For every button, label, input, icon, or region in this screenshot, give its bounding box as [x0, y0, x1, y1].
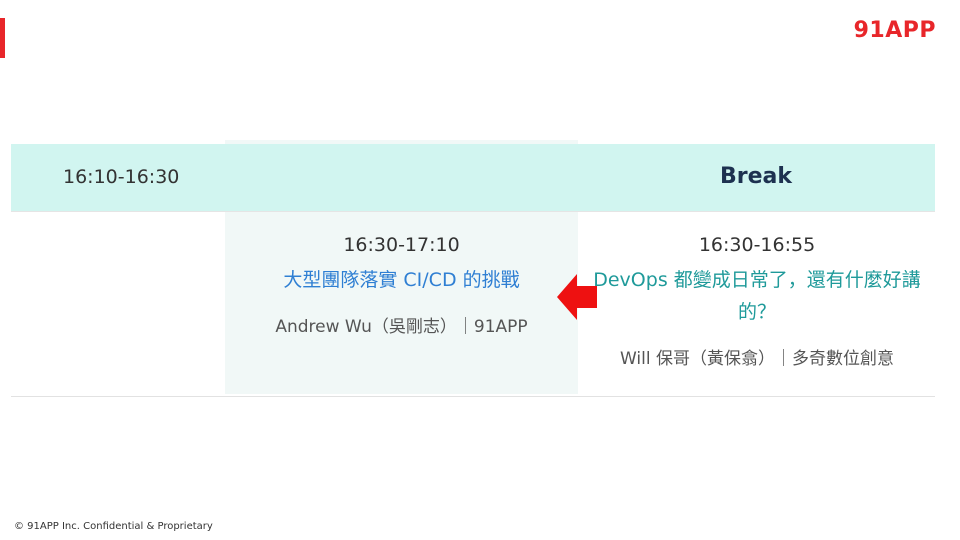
break-label: Break [719, 164, 792, 189]
footer-copyright: © 91APP Inc. Confidential & Proprietary [14, 521, 213, 532]
session-speaker: Andrew Wu（吳剛志）｜91APP [275, 317, 528, 337]
session-time: 16:30-17:10 [343, 234, 460, 256]
table-divider [11, 396, 935, 397]
left-arrow-svg [557, 274, 597, 320]
break-time: 16:10-16:30 [63, 166, 180, 188]
brand-logo: 91APP [854, 18, 936, 43]
session-card-ci-cd[interactable]: 16:30-17:10 大型團隊落實 CI/CD 的挑戰 Andrew Wu（吳… [225, 234, 578, 337]
logo-text: 91APP [853, 18, 936, 43]
agenda-table: 16:10-16:30 Break 16:30-17:10 大型團隊落實 CI/… [11, 140, 935, 398]
break-row: 16:10-16:30 Break [11, 144, 935, 212]
session-time: 16:30-16:55 [698, 234, 816, 256]
session-title-link[interactable]: 大型團隊落實 CI/CD 的挑戰 [225, 264, 578, 296]
left-arrow-icon [557, 274, 597, 324]
session-card-devops[interactable]: 16:30-16:55 DevOps 都變成日常了，還有什麼好講的？ Will … [591, 234, 923, 369]
session-title-link[interactable]: DevOps 都變成日常了，還有什麼好講的？ [591, 264, 923, 328]
session-speaker: Will 保哥（黃保翕）｜多奇數位創意 [619, 349, 894, 369]
accent-bar [0, 18, 5, 58]
